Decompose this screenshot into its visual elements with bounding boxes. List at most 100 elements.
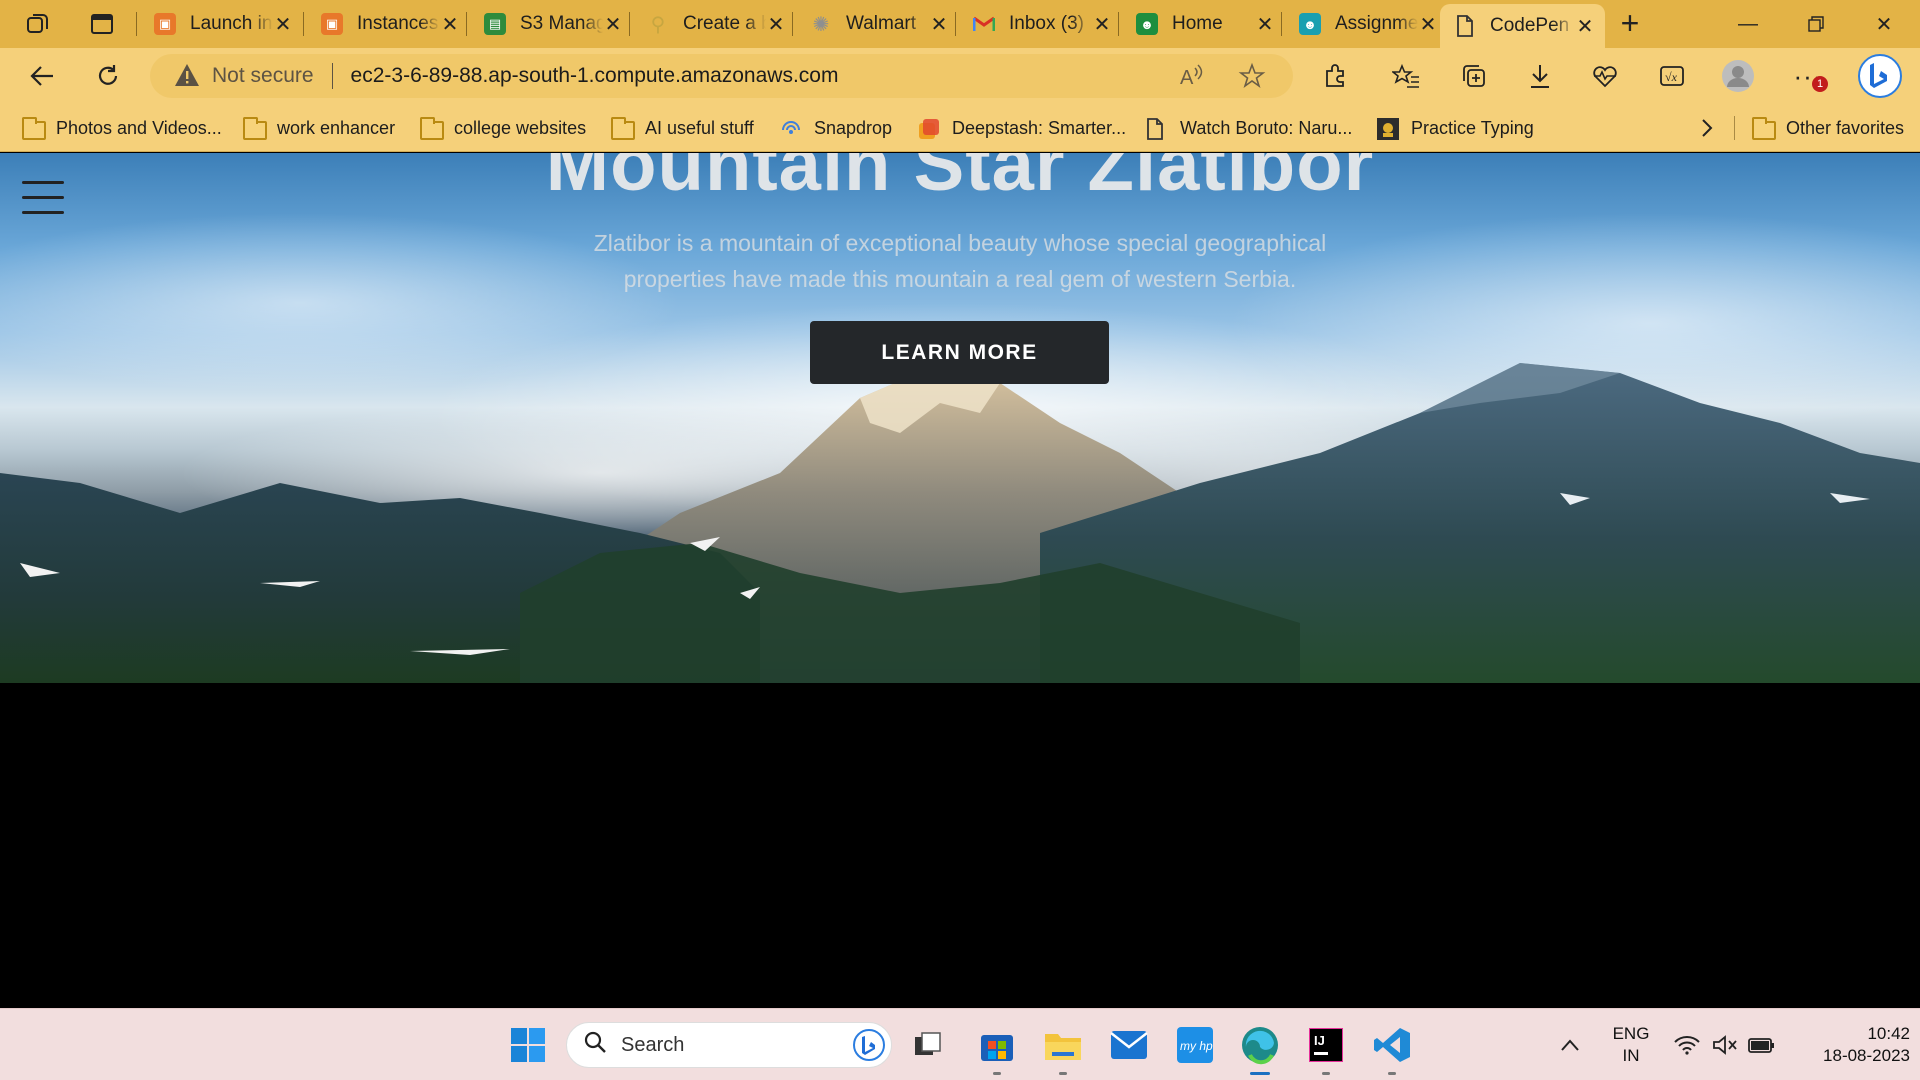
page-icon (1454, 15, 1476, 37)
tab-title: Walmart (846, 13, 917, 34)
bookmark-link[interactable]: Deepstash: Smarter... (918, 114, 1126, 142)
browser-tab[interactable]: ▣ Launch instance ✕ (140, 6, 303, 42)
bookmark-label: AI useful stuff (645, 117, 754, 138)
read-aloud-icon[interactable]: A (1178, 62, 1206, 90)
browser-tab[interactable]: ☻ Assignment ✕ (1285, 6, 1448, 42)
show-hidden-icons-chevron[interactable] (1560, 1009, 1580, 1080)
url-text[interactable]: ec2-3-6-89-88.ap-south-1.compute.amazona… (351, 64, 839, 88)
browser-tab[interactable]: ✺ Walmart ✕ (796, 6, 959, 42)
bookmark-label: Deepstash: Smarter... (952, 117, 1127, 138)
tab-title: Launch instance (190, 13, 273, 34)
close-tab-icon[interactable]: ✕ (929, 12, 949, 37)
language-code: ENG (1612, 1024, 1650, 1043)
close-tab-icon[interactable]: ✕ (1575, 14, 1595, 39)
volume-muted-icon[interactable] (1712, 1009, 1738, 1080)
bookmark-link[interactable]: Snapdrop (780, 114, 892, 142)
search-placeholder: Search (621, 1033, 685, 1056)
hero-title: Mountain Star Zlatibor (545, 153, 1375, 207)
security-status[interactable]: Not secure (212, 64, 314, 88)
svg-text:my hp: my hp (1180, 1039, 1213, 1053)
learn-more-button[interactable]: LEARN MORE (810, 321, 1109, 384)
close-tab-icon[interactable]: ✕ (1418, 12, 1438, 37)
bookmark-label: Photos and Videos... (56, 117, 222, 138)
task-view-icon[interactable] (906, 1023, 950, 1067)
notification-badge: 1 (1812, 76, 1828, 92)
page-icon (1146, 118, 1170, 140)
folder-icon (420, 117, 444, 140)
bookmark-label: Practice Typing (1411, 117, 1534, 138)
copilot-icon[interactable] (1856, 52, 1904, 100)
region-code: IN (1622, 1046, 1640, 1065)
browser-tab[interactable]: ▣ Instances ✕ (307, 6, 470, 42)
tab-title: Inbox (3) (1009, 13, 1084, 34)
browser-tab[interactable]: ☻ Home ✕ (1122, 6, 1285, 42)
browser-tab[interactable]: ▤ S3 Management ✕ (470, 6, 633, 42)
start-button[interactable] (506, 1023, 550, 1067)
other-favorites-folder[interactable]: Other favorites (1752, 114, 1904, 142)
edge-browser-icon[interactable] (1238, 1023, 1282, 1075)
deepstash-icon (918, 118, 942, 139)
back-button[interactable] (22, 56, 62, 96)
tab-actions-icon[interactable] (84, 8, 120, 40)
file-explorer-icon[interactable] (1041, 1023, 1085, 1075)
downloads-icon[interactable] (1520, 56, 1560, 96)
collections-icon[interactable] (1454, 56, 1494, 96)
bookmark-folder[interactable]: college websites (420, 114, 586, 142)
browser-tab-active[interactable]: CodePen ✕ (1440, 4, 1605, 48)
vscode-icon[interactable] (1370, 1023, 1414, 1075)
bookmark-folder[interactable]: work enhancer (243, 114, 395, 142)
folder-icon (1752, 117, 1776, 140)
new-tab-button[interactable]: + (1612, 6, 1648, 42)
refresh-button[interactable] (88, 56, 128, 96)
browser-toolbar: Not secure ec2-3-6-89-88.ap-south-1.comp… (0, 48, 1920, 104)
address-bar[interactable]: Not secure ec2-3-6-89-88.ap-south-1.comp… (150, 54, 1293, 98)
close-tab-icon[interactable]: ✕ (440, 12, 460, 37)
language-indicator[interactable]: ENG IN (1606, 1009, 1656, 1080)
bookmark-link[interactable]: Watch Boruto: Naru... (1146, 114, 1352, 142)
close-tab-icon[interactable]: ✕ (603, 12, 623, 37)
hero-section: Mountain Star Zlatibor Zlatibor is a mou… (0, 153, 1920, 683)
mail-icon[interactable] (1107, 1023, 1151, 1067)
tab-strip: ▣ Launch instance ✕ ▣ Instances ✕ ▤ S3 M… (0, 0, 1920, 48)
close-tab-icon[interactable]: ✕ (1092, 12, 1112, 37)
favorite-star-icon[interactable] (1238, 62, 1266, 90)
settings-more-button[interactable]: ··· 1 (1788, 56, 1828, 96)
taskbar-clock[interactable]: 10:42 18-08-2023 (1790, 1009, 1910, 1080)
aws-console-icon: ▣ (321, 13, 343, 35)
taskbar-search-box[interactable]: Search (566, 1022, 892, 1068)
battery-icon[interactable] (1748, 1009, 1776, 1080)
bookmark-label: college websites (454, 117, 587, 138)
clock-date: 18-08-2023 (1823, 1046, 1910, 1065)
folder-icon (22, 117, 46, 140)
bookmark-label: Watch Boruto: Naru... (1180, 117, 1353, 138)
microsoft-store-icon[interactable] (975, 1023, 1019, 1075)
close-tab-icon[interactable]: ✕ (1255, 12, 1275, 37)
browser-tab[interactable]: Inbox (3) ✕ (959, 6, 1122, 42)
bookmark-folder[interactable]: AI useful stuff (611, 114, 754, 142)
favorites-icon[interactable] (1386, 56, 1426, 96)
bookmark-folder[interactable]: Photos and Videos... (22, 114, 222, 142)
snapdrop-icon (780, 118, 804, 138)
bookmarks-bar: Photos and Videos... work enhancer colle… (0, 104, 1920, 152)
workspaces-icon[interactable] (20, 8, 56, 40)
browser-tab[interactable]: ⚲ Create a bucket ✕ (633, 6, 796, 42)
browser-essentials-icon[interactable] (1585, 56, 1625, 96)
folder-icon (243, 117, 267, 140)
math-solver-icon[interactable]: √x (1652, 56, 1692, 96)
minimize-button[interactable]: — (1714, 0, 1782, 48)
classroom-icon: ☻ (1299, 13, 1321, 35)
profile-avatar[interactable] (1718, 56, 1758, 96)
restore-button[interactable] (1782, 0, 1850, 48)
search-icon (583, 1030, 607, 1060)
close-tab-icon[interactable]: ✕ (766, 12, 786, 37)
wifi-icon[interactable] (1674, 1009, 1700, 1080)
extensions-icon[interactable] (1315, 56, 1355, 96)
bookmarks-overflow-chevron-icon[interactable] (1700, 114, 1714, 142)
warning-icon[interactable] (174, 63, 200, 89)
close-window-button[interactable]: ✕ (1850, 0, 1918, 48)
intellij-idea-icon[interactable]: IJ (1304, 1023, 1348, 1075)
bing-icon[interactable] (853, 1029, 885, 1067)
myhp-icon[interactable]: my hp (1173, 1023, 1217, 1067)
close-tab-icon[interactable]: ✕ (273, 12, 293, 37)
bookmark-link[interactable]: Practice Typing (1377, 114, 1534, 142)
